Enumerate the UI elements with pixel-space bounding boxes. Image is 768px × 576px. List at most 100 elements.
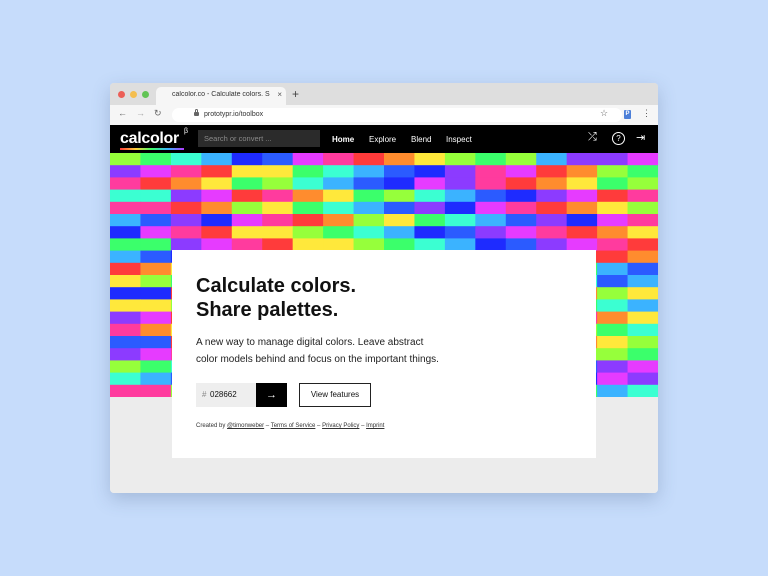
color-swatch <box>536 226 568 239</box>
color-swatch <box>110 238 142 252</box>
color-swatch <box>597 372 629 386</box>
color-swatch <box>140 238 172 252</box>
color-swatch <box>597 262 629 276</box>
url-text: prototypr.io/toolbox <box>204 111 264 118</box>
tab-close-icon[interactable]: × <box>277 90 282 99</box>
color-swatch <box>140 250 172 264</box>
credits-footer: Created by @timonweber – Terms of Servic… <box>196 423 384 429</box>
color-swatch <box>110 311 142 325</box>
color-swatch <box>597 384 629 397</box>
color-swatch <box>201 214 233 227</box>
color-swatch <box>475 201 507 215</box>
back-button[interactable]: ← <box>118 108 127 118</box>
color-swatch <box>597 165 629 178</box>
browser-window: calcolor.co - Calculate colors. Share × … <box>110 83 658 493</box>
color-swatch <box>140 153 172 166</box>
color-swatch <box>110 226 142 239</box>
color-swatch <box>444 177 476 191</box>
maximize-window-button[interactable] <box>142 91 149 98</box>
nav-explore[interactable]: Explore <box>369 135 396 144</box>
color-swatch <box>110 336 142 349</box>
color-swatch <box>414 165 446 178</box>
color-swatch <box>140 348 172 361</box>
color-swatch <box>231 153 263 166</box>
color-swatch <box>140 336 172 349</box>
close-window-button[interactable] <box>118 91 125 98</box>
view-features-button[interactable]: View features <box>299 383 371 407</box>
color-swatch <box>323 165 355 178</box>
hero-card: Calculate colors. Share palettes. A new … <box>172 250 596 458</box>
color-swatch <box>140 177 172 191</box>
color-swatch <box>110 299 142 313</box>
color-swatch <box>627 153 658 166</box>
color-swatch <box>353 177 385 191</box>
color-swatch <box>444 189 476 203</box>
color-swatch <box>140 372 172 386</box>
color-swatch <box>597 226 629 239</box>
color-swatch <box>536 189 568 203</box>
privacy-link[interactable]: Privacy Policy <box>322 423 359 429</box>
color-swatch <box>140 323 172 337</box>
minimize-window-button[interactable] <box>130 91 137 98</box>
color-swatch <box>231 177 263 191</box>
color-swatch <box>292 201 324 215</box>
color-swatch <box>323 153 355 166</box>
reload-button[interactable]: ↻ <box>154 108 162 119</box>
color-swatch <box>597 323 629 337</box>
color-swatch <box>140 287 172 300</box>
browser-tab[interactable]: calcolor.co - Calculate colors. Share × <box>156 87 286 105</box>
color-swatch <box>384 201 416 215</box>
hex-color-input[interactable]: # 028662 <box>196 383 256 407</box>
color-swatch <box>140 201 172 215</box>
color-swatch <box>444 214 476 227</box>
color-swatch <box>140 311 172 325</box>
headline-line-2: Share palettes. <box>196 299 339 321</box>
hex-value[interactable]: 028662 <box>210 390 237 399</box>
color-swatch <box>566 226 598 239</box>
color-swatch <box>475 226 507 239</box>
submit-color-button[interactable]: → <box>256 383 287 407</box>
color-swatch <box>627 238 658 252</box>
nav-home[interactable]: Home <box>332 135 354 144</box>
color-swatch <box>597 250 629 264</box>
color-swatch <box>597 275 629 288</box>
color-swatch <box>536 214 568 227</box>
new-tab-button[interactable]: + <box>292 87 299 101</box>
color-swatch <box>627 226 658 239</box>
shuffle-icon[interactable]: ⤮ <box>588 131 597 144</box>
color-swatch <box>627 287 658 300</box>
color-swatch <box>140 226 172 239</box>
headline-line-1: Calculate colors. <box>196 275 357 297</box>
color-swatch <box>110 262 142 276</box>
credits-prefix: Created by <box>196 423 228 429</box>
color-swatch <box>505 177 537 191</box>
color-swatch <box>597 189 629 203</box>
color-swatch <box>444 226 476 239</box>
browser-menu-icon[interactable]: ⋮ <box>642 108 651 119</box>
nav-blend[interactable]: Blend <box>411 135 431 144</box>
search-input[interactable] <box>198 130 320 147</box>
color-swatch <box>170 189 202 203</box>
color-swatch <box>384 226 416 239</box>
author-link[interactable]: @timonweber <box>227 423 264 429</box>
imprint-link[interactable]: Imprint <box>366 423 384 429</box>
login-icon[interactable]: ⇥ <box>636 131 645 144</box>
color-swatch <box>384 177 416 191</box>
color-swatch <box>414 214 446 227</box>
forward-button[interactable]: → <box>136 108 145 118</box>
color-swatch <box>505 226 537 239</box>
bookmark-star-icon[interactable]: ☆ <box>600 108 608 119</box>
color-swatch <box>170 214 202 227</box>
terms-link[interactable]: Terms of Service <box>271 423 316 429</box>
color-swatch <box>627 372 658 386</box>
color-swatch <box>170 153 202 166</box>
help-icon[interactable]: ? <box>612 132 625 145</box>
nav-inspect[interactable]: Inspect <box>446 135 472 144</box>
calcolor-logo[interactable]: calcolor <box>120 130 179 148</box>
address-bar[interactable]: prototypr.io/toolbox <box>172 108 622 122</box>
color-swatch <box>110 323 142 337</box>
color-swatch <box>353 189 385 203</box>
color-swatch <box>323 226 355 239</box>
color-swatch <box>384 214 416 227</box>
extension-icon[interactable]: P <box>624 110 631 119</box>
